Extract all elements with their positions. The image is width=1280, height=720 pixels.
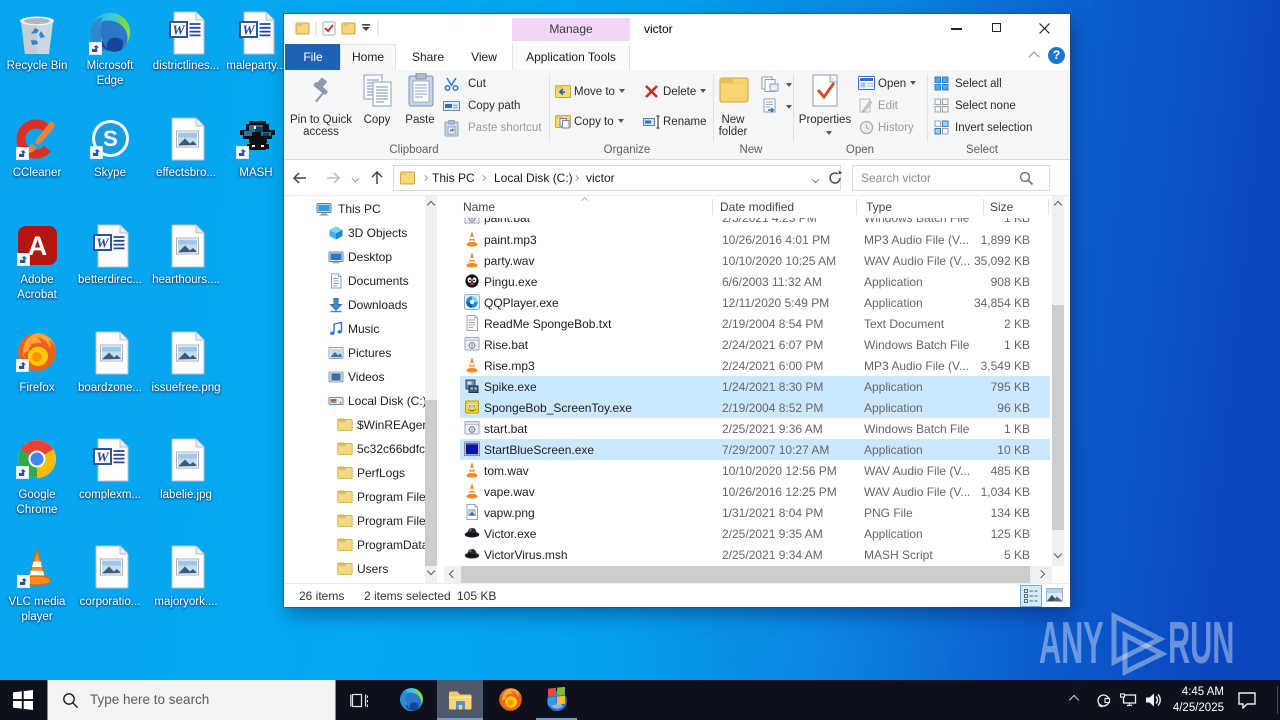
svg-text:A: A	[28, 231, 48, 261]
svg-text:S: S	[103, 126, 118, 151]
